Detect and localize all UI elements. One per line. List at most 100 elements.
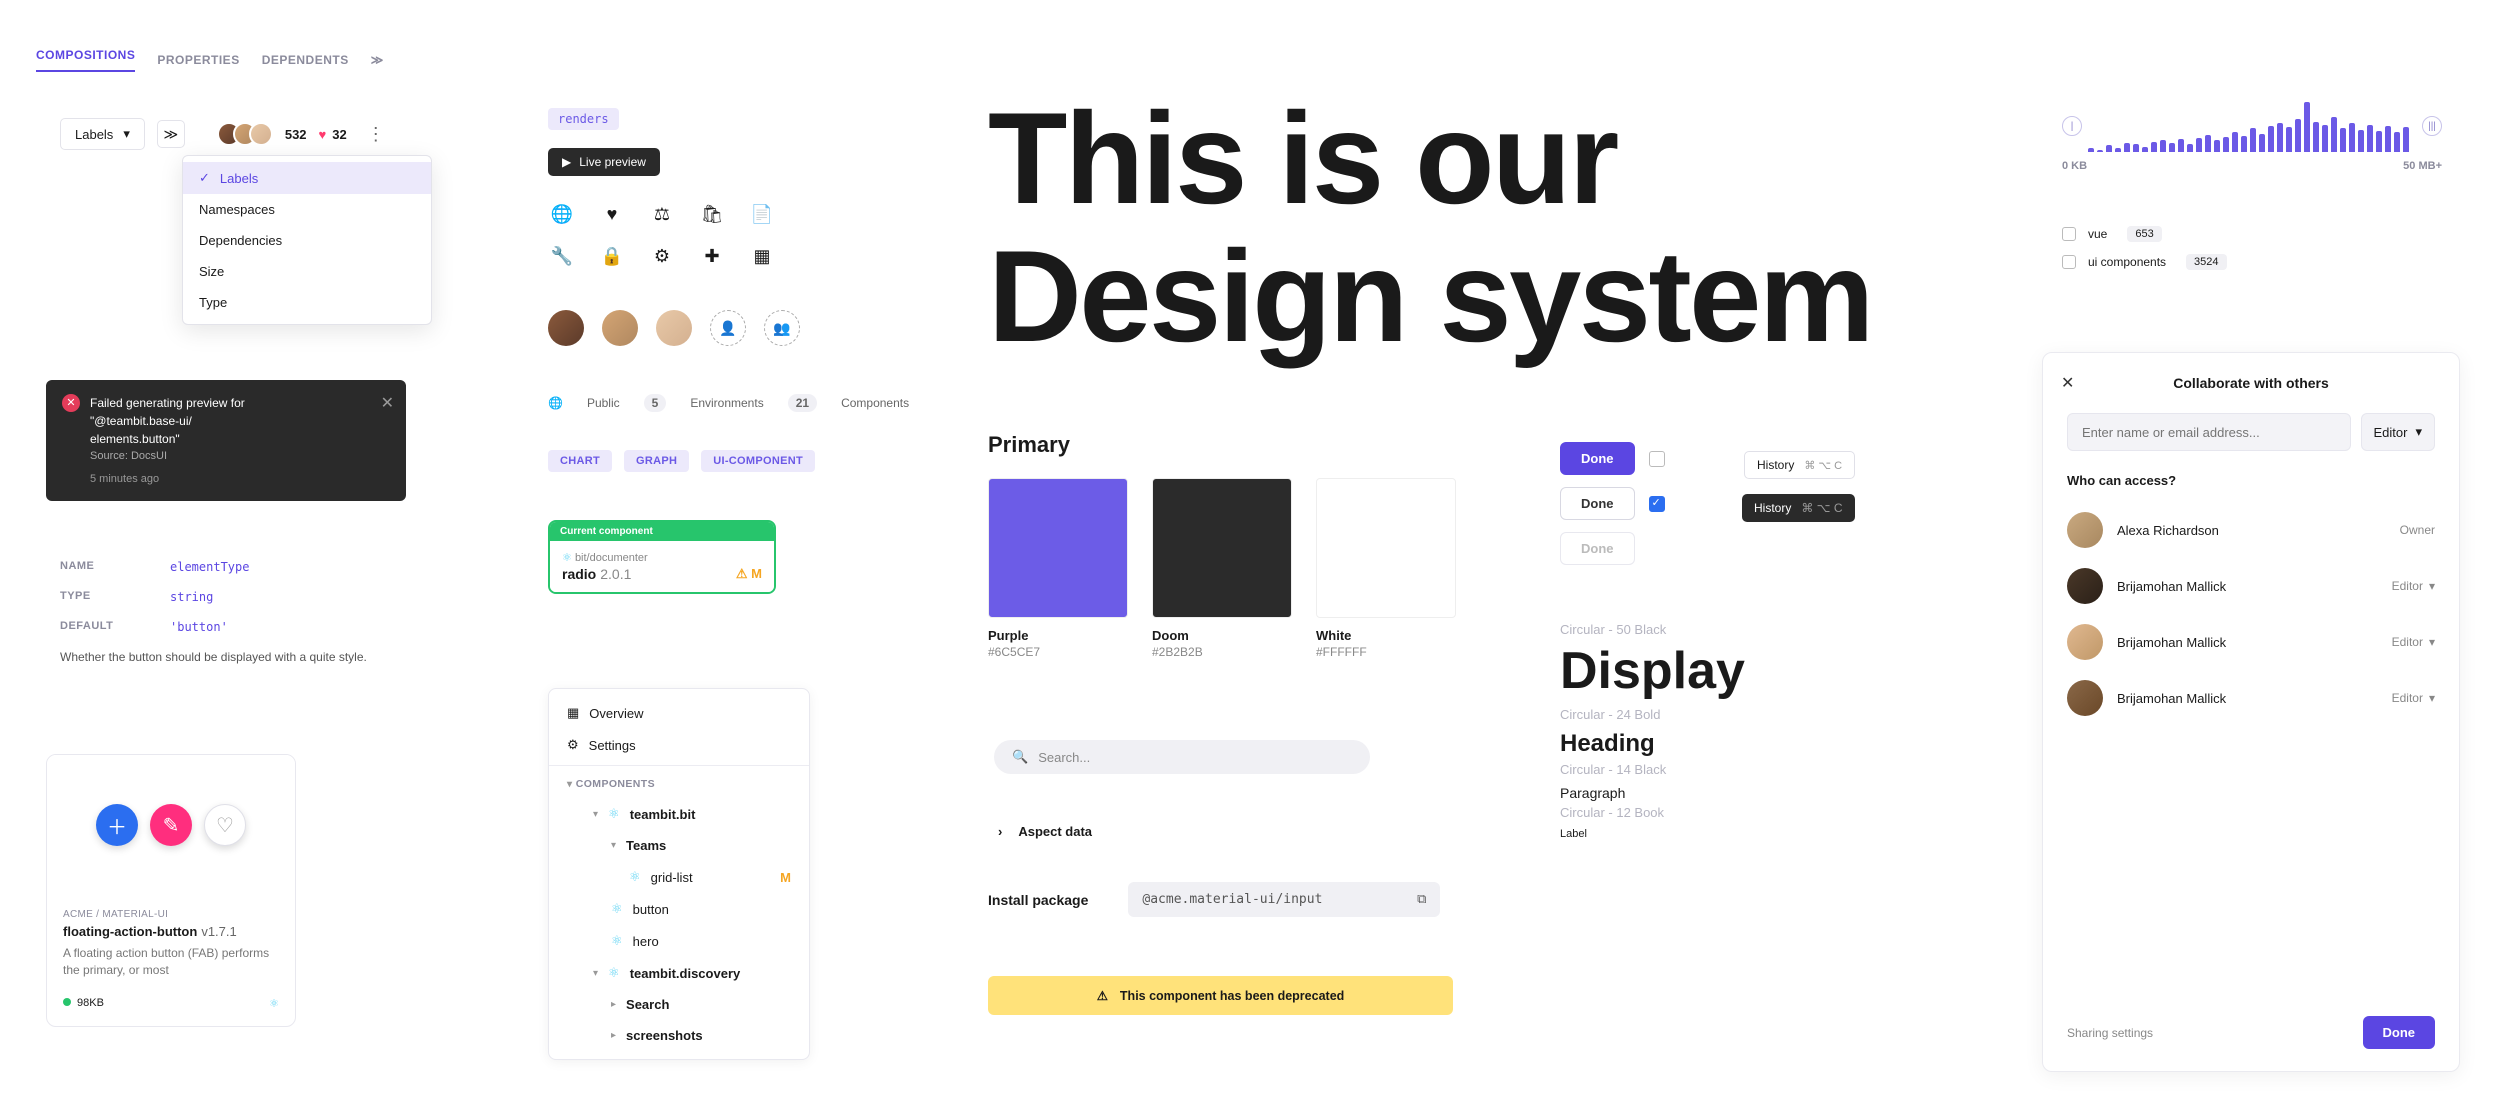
- member-role-dropdown[interactable]: Editor ▾: [2392, 579, 2435, 593]
- tag-ui-component[interactable]: UI-COMPONENT: [701, 450, 815, 472]
- color-hex: #FFFFFF: [1316, 645, 1456, 659]
- grid-icon: ▦: [567, 705, 579, 721]
- check-icon: ✓: [199, 170, 210, 186]
- expand-button[interactable]: ≫: [157, 120, 185, 148]
- close-icon[interactable]: ✕: [2061, 373, 2074, 393]
- tree-item-settings[interactable]: ⚙Settings: [549, 729, 809, 761]
- menu-item-namespaces[interactable]: Namespaces: [183, 194, 431, 225]
- collab-title: Collaborate with others: [2067, 375, 2435, 391]
- tag-chart[interactable]: CHART: [548, 450, 612, 472]
- menu-item-labels[interactable]: ✓Labels: [183, 162, 431, 194]
- tabs-overflow-icon[interactable]: ≫: [371, 53, 384, 67]
- checkbox[interactable]: [2062, 227, 2076, 241]
- checkbox-checked[interactable]: [1649, 496, 1665, 512]
- tab-compositions[interactable]: COMPOSITIONS: [36, 48, 135, 72]
- swatch-doom: Doom #2B2B2B: [1152, 478, 1292, 659]
- done-button-primary[interactable]: Done: [1560, 442, 1635, 475]
- comp-label: Components: [841, 396, 909, 410]
- avatar: [2067, 680, 2103, 716]
- toast-close-icon[interactable]: ✕: [381, 392, 394, 416]
- avatar: [2067, 512, 2103, 548]
- component-size: 98KB: [63, 997, 104, 1009]
- checkbox-unchecked[interactable]: [1649, 451, 1665, 467]
- component-card[interactable]: ＋ ✎ ♡ ACME / MATERIAL-UI floating-action…: [46, 754, 296, 1027]
- collab-done-button[interactable]: Done: [2363, 1016, 2436, 1049]
- tab-properties[interactable]: PROPERTIES: [157, 53, 239, 67]
- type-meta: Circular - 12 Book: [1560, 805, 1745, 820]
- legend-row[interactable]: vue653: [2062, 226, 2227, 242]
- tag-graph[interactable]: GRAPH: [624, 450, 689, 472]
- tabs-row: COMPOSITIONS PROPERTIES DEPENDENTS ≫: [36, 48, 384, 72]
- member-role-dropdown[interactable]: Editor ▾: [2392, 691, 2435, 705]
- avatar: [2067, 624, 2103, 660]
- copy-icon[interactable]: ⧉: [1417, 892, 1426, 907]
- member-name: Brijamohan Mallick: [2117, 579, 2378, 594]
- deprecation-banner: ⚠ This component has been deprecated: [988, 976, 1453, 1015]
- bag-icon: 🛍: [698, 200, 726, 228]
- range-min: 0 KB: [2062, 160, 2087, 172]
- histogram-bar: [2241, 136, 2247, 152]
- env-label: Environments: [690, 396, 763, 410]
- aspect-data-toggle[interactable]: › Aspect data: [998, 824, 1092, 839]
- more-menu-icon[interactable]: ⋮: [367, 124, 385, 145]
- checkbox[interactable]: [2062, 255, 2076, 269]
- role-dropdown[interactable]: Editor▾: [2361, 413, 2436, 451]
- history-chip[interactable]: History ⌘ ⌥ C: [1744, 451, 1855, 479]
- sharing-settings-link[interactable]: Sharing settings: [2067, 1026, 2153, 1040]
- tree-item[interactable]: ⚛grid-listM: [549, 861, 809, 893]
- swatch-purple: Purple #6C5CE7: [988, 478, 1128, 659]
- avatar: [656, 310, 692, 346]
- histogram-bar: [2277, 123, 2283, 152]
- histogram-bar: [2358, 130, 2364, 152]
- tree-item-overview[interactable]: ▦Overview: [549, 697, 809, 729]
- play-icon: ▶: [562, 155, 571, 169]
- done-button-disabled: Done: [1560, 532, 1635, 565]
- member-role-dropdown[interactable]: Editor ▾: [2392, 635, 2435, 649]
- search-input[interactable]: 🔍 Search...: [994, 740, 1370, 774]
- done-button-secondary[interactable]: Done: [1560, 487, 1635, 520]
- tree-item[interactable]: ▸screenshots: [549, 1020, 809, 1051]
- install-label: Install package: [988, 892, 1088, 908]
- error-toast: ✕ ✕ Failed generating preview for "@team…: [46, 380, 406, 501]
- current-component-card[interactable]: Current component ⚛ bit/documenter radio…: [548, 520, 776, 594]
- avatar-placeholder[interactable]: 👤: [710, 310, 746, 346]
- tree-item[interactable]: ▾Teams: [549, 830, 809, 861]
- color-name: Doom: [1152, 628, 1292, 643]
- install-package-box[interactable]: @acme.material-ui/input ⧉: [1128, 882, 1440, 917]
- histogram-bar: [2142, 147, 2148, 152]
- member-role: Owner: [2400, 523, 2435, 537]
- file-icon: 📄: [748, 200, 776, 228]
- avatar-stack: [225, 122, 273, 146]
- history-label: History: [1757, 458, 1794, 472]
- globe-icon: 🌐: [548, 396, 563, 410]
- histogram-bar: [2313, 122, 2319, 152]
- tree-item[interactable]: ⚛hero: [549, 925, 809, 957]
- menu-item-size[interactable]: Size: [183, 256, 431, 287]
- toast-timestamp: 5 minutes ago: [90, 471, 245, 488]
- group-placeholder[interactable]: 👥: [764, 310, 800, 346]
- comp-count: 21: [788, 394, 817, 412]
- tree-item[interactable]: ▸Search: [549, 989, 809, 1020]
- legend-row[interactable]: ui components3524: [2062, 254, 2227, 270]
- histogram-bar: [2205, 135, 2211, 152]
- access-heading: Who can access?: [2067, 473, 2435, 488]
- range-handle-right[interactable]: |||: [2422, 116, 2442, 136]
- live-preview-button[interactable]: ▶ Live preview: [548, 148, 660, 176]
- tree-item[interactable]: ⚛button: [549, 893, 809, 925]
- color-hex: #2B2B2B: [1152, 645, 1292, 659]
- member-row: Brijamohan Mallick Editor ▾: [2067, 670, 2435, 726]
- range-handle-left[interactable]: |: [2062, 116, 2082, 136]
- menu-item-type[interactable]: Type: [183, 287, 431, 318]
- menu-item-dependencies[interactable]: Dependencies: [183, 225, 431, 256]
- tab-dependents[interactable]: DEPENDENTS: [262, 53, 349, 67]
- tree-item[interactable]: ▾⚛teambit.discovery: [549, 957, 809, 989]
- labels-dropdown[interactable]: Labels ▾: [60, 118, 145, 150]
- range-max: 50 MB+: [2403, 160, 2442, 172]
- prop-value: string: [170, 590, 213, 604]
- color-hex: #6C5CE7: [988, 645, 1128, 659]
- avatar: [602, 310, 638, 346]
- tree-item[interactable]: ▾⚛teambit.bit: [549, 798, 809, 830]
- histogram-bar: [2214, 140, 2220, 152]
- invite-input[interactable]: [2067, 413, 2351, 451]
- typography-specimen: Circular - 50 Black Display Circular - 2…: [1560, 622, 1745, 840]
